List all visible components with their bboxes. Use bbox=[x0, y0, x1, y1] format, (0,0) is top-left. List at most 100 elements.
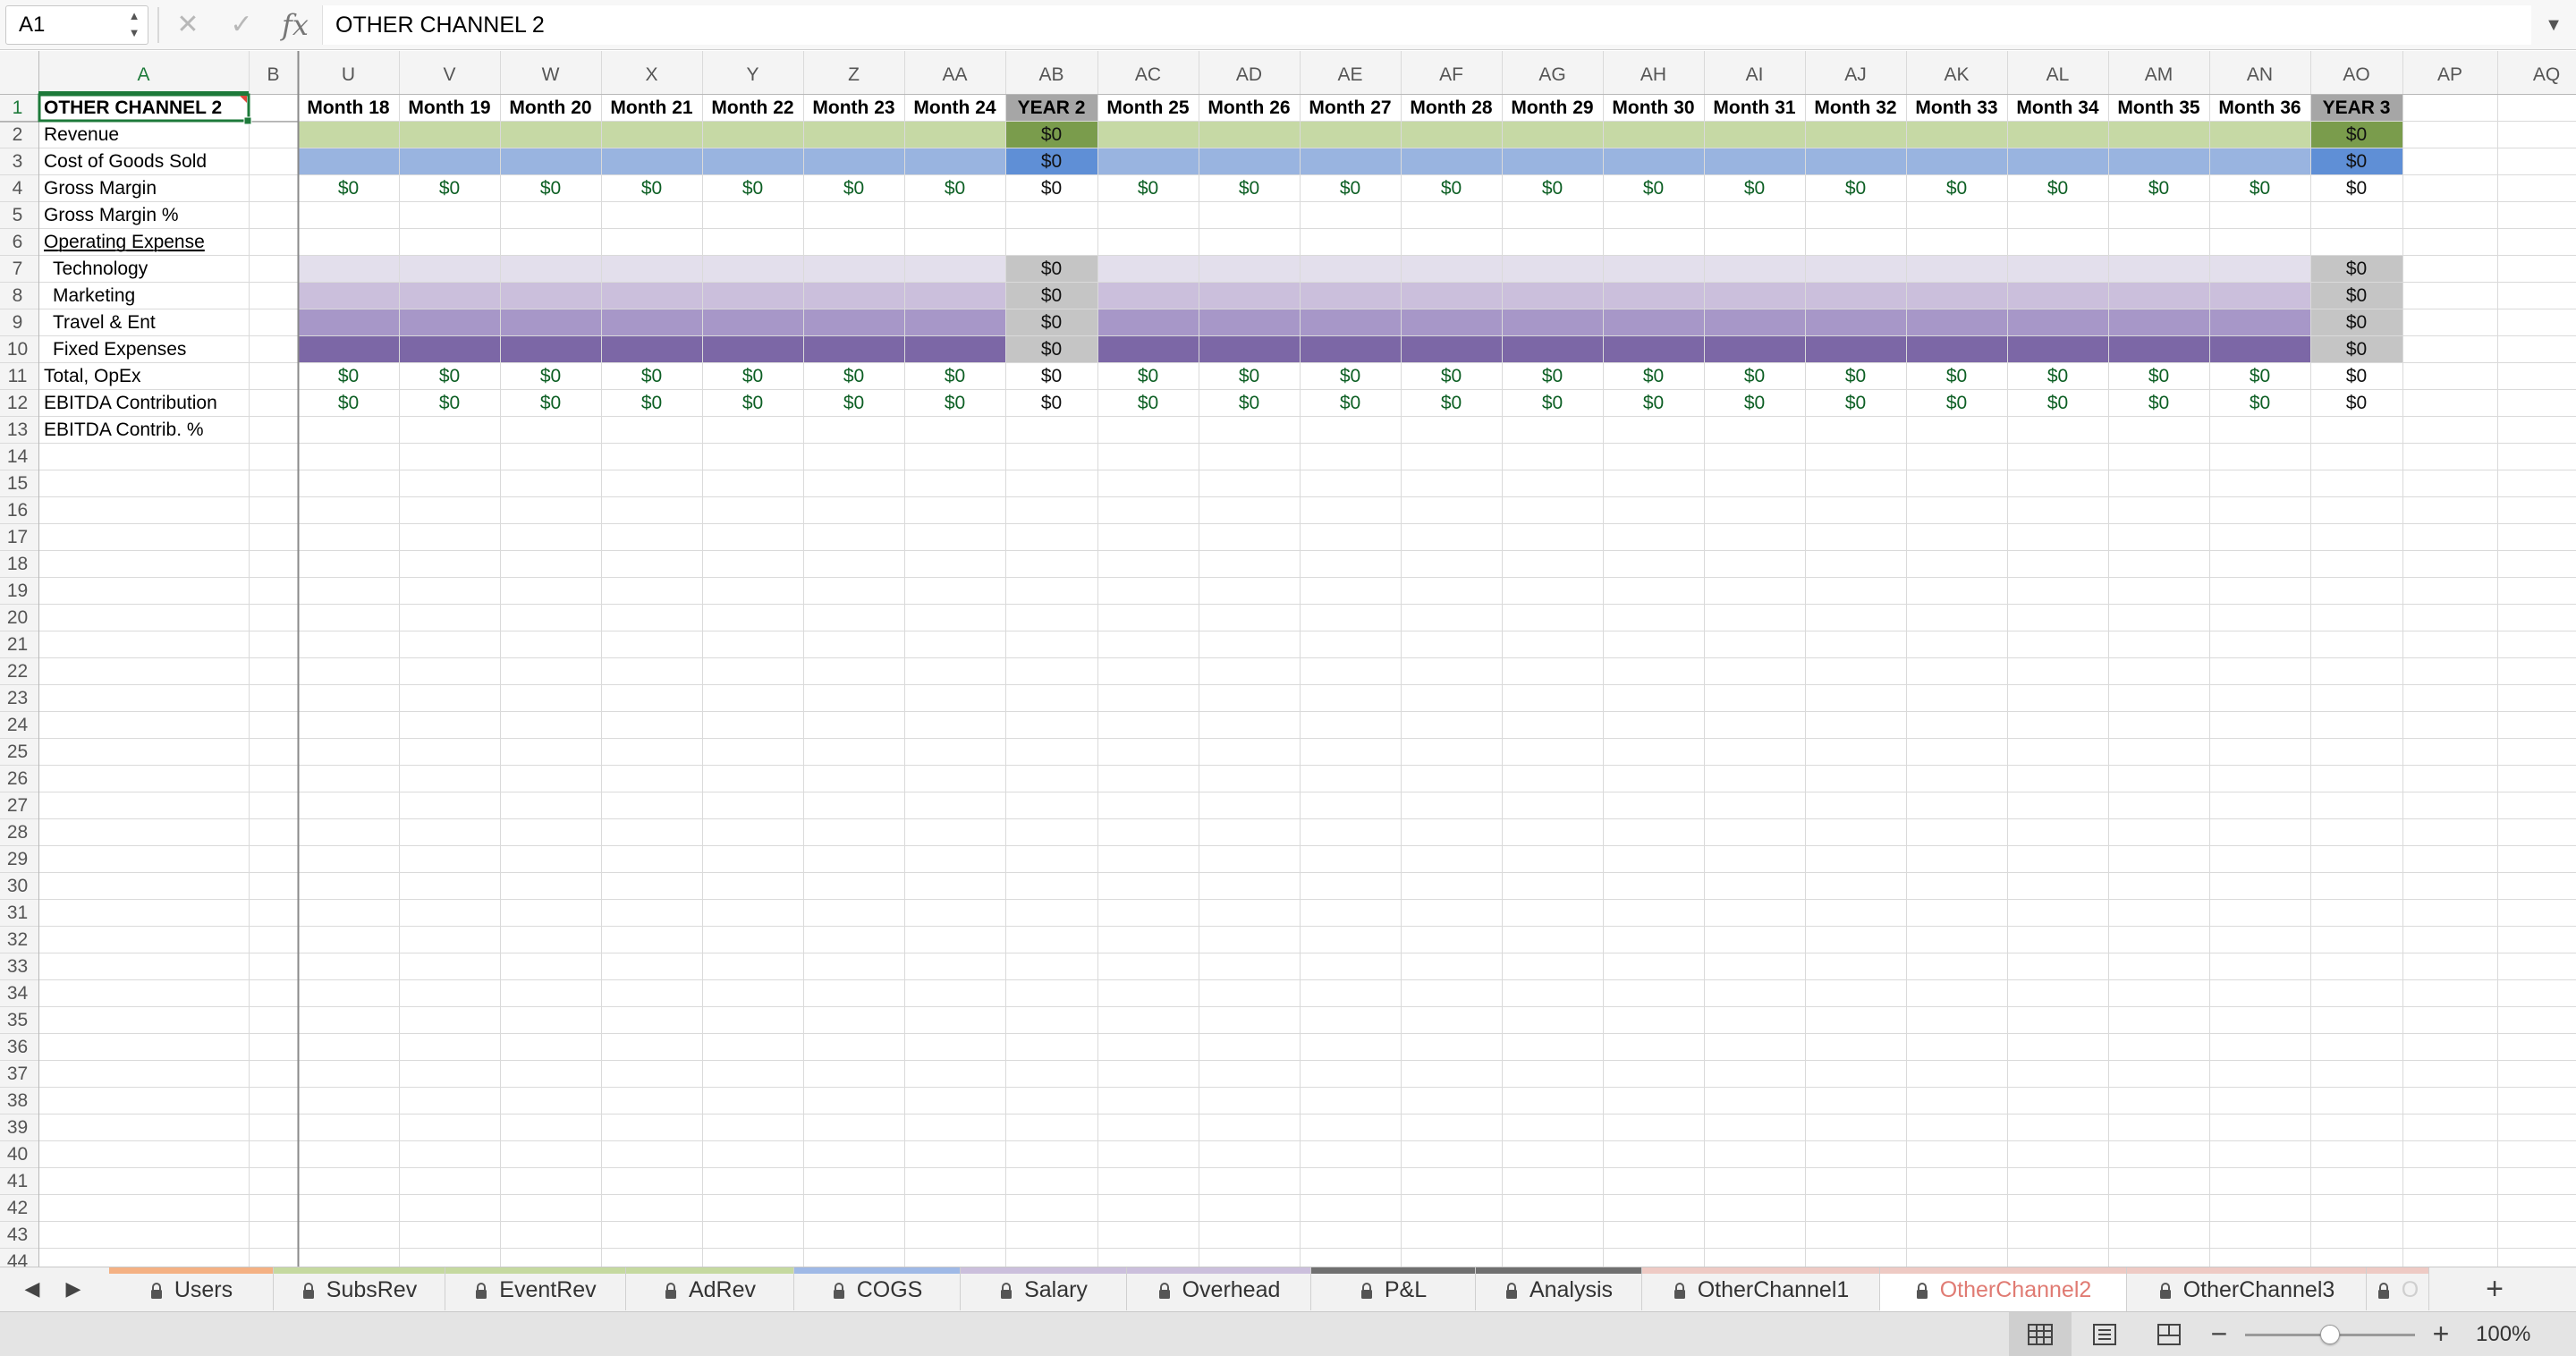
column-header-an[interactable]: AN bbox=[2247, 64, 2273, 85]
row-header-37[interactable]: 37 bbox=[7, 1064, 28, 1084]
row-label-5[interactable]: Gross Margin % bbox=[44, 205, 179, 225]
column-header-ap[interactable]: AP bbox=[2437, 64, 2462, 85]
column-header-ai[interactable]: AI bbox=[1746, 64, 1764, 85]
header-cell-ac[interactable]: Month 25 bbox=[1106, 97, 1189, 118]
column-header-af[interactable]: AF bbox=[1439, 64, 1463, 85]
header-cell-ao[interactable]: YEAR 3 bbox=[2323, 97, 2391, 118]
value-cell-z-12[interactable]: $0 bbox=[843, 393, 864, 413]
value-cell-am-12[interactable]: $0 bbox=[2148, 393, 2169, 413]
row-label-10[interactable]: Fixed Expenses bbox=[53, 339, 186, 360]
row-header-26[interactable]: 26 bbox=[7, 768, 28, 789]
value-cell-ab-10[interactable]: $0 bbox=[1041, 339, 1062, 360]
name-box-stepper-icon[interactable]: ▲ ▼ bbox=[125, 7, 143, 43]
value-cell-ao-2[interactable]: $0 bbox=[2346, 124, 2367, 145]
value-cell-aj-12[interactable]: $0 bbox=[1845, 393, 1866, 413]
sheet-tab-otherchannel1[interactable]: OtherChannel1 bbox=[1642, 1267, 1880, 1310]
row-header-33[interactable]: 33 bbox=[7, 956, 28, 977]
column-header-b[interactable]: B bbox=[267, 64, 279, 85]
row-header-43[interactable]: 43 bbox=[7, 1225, 28, 1245]
x-icon[interactable]: ✕ bbox=[170, 5, 206, 45]
value-cell-ad-11[interactable]: $0 bbox=[1239, 366, 1259, 386]
row-label-7[interactable]: Technology bbox=[53, 258, 148, 279]
value-cell-af-11[interactable]: $0 bbox=[1441, 366, 1462, 386]
header-cell-aa[interactable]: Month 24 bbox=[913, 97, 996, 118]
row-header-20[interactable]: 20 bbox=[7, 607, 28, 628]
row-header-30[interactable]: 30 bbox=[7, 876, 28, 896]
column-header-ad[interactable]: AD bbox=[1236, 64, 1262, 85]
value-cell-ab-8[interactable]: $0 bbox=[1041, 285, 1062, 306]
header-cell-v[interactable]: Month 19 bbox=[408, 97, 490, 118]
row-label-12[interactable]: EBITDA Contribution bbox=[44, 393, 217, 413]
row-header-34[interactable]: 34 bbox=[7, 983, 29, 1004]
value-cell-x-11[interactable]: $0 bbox=[641, 366, 662, 386]
value-cell-x-12[interactable]: $0 bbox=[641, 393, 662, 413]
column-header-ah[interactable]: AH bbox=[1640, 64, 1666, 85]
zoom-out-button[interactable]: − bbox=[2206, 1312, 2233, 1356]
value-cell-af-4[interactable]: $0 bbox=[1441, 178, 1462, 199]
value-cell-v-12[interactable]: $0 bbox=[439, 393, 460, 413]
zoom-in-button[interactable]: + bbox=[2428, 1312, 2454, 1356]
value-cell-ao-11[interactable]: $0 bbox=[2346, 366, 2367, 386]
row-header-6[interactable]: 6 bbox=[13, 232, 23, 252]
value-cell-am-11[interactable]: $0 bbox=[2148, 366, 2169, 386]
header-cell-ab[interactable]: YEAR 2 bbox=[1018, 97, 1086, 118]
value-cell-ah-4[interactable]: $0 bbox=[1643, 178, 1664, 199]
column-header-aa[interactable]: AA bbox=[942, 64, 967, 85]
value-cell-y-12[interactable]: $0 bbox=[742, 393, 763, 413]
chevron-down-icon[interactable]: ▼ bbox=[2540, 5, 2567, 45]
column-header-al[interactable]: AL bbox=[2046, 64, 2070, 85]
value-cell-ao-7[interactable]: $0 bbox=[2346, 258, 2367, 279]
value-cell-w-11[interactable]: $0 bbox=[540, 366, 561, 386]
value-cell-ac-4[interactable]: $0 bbox=[1138, 178, 1158, 199]
header-cell-u[interactable]: Month 18 bbox=[307, 97, 389, 118]
row-header-14[interactable]: 14 bbox=[7, 446, 29, 467]
value-cell-ao-3[interactable]: $0 bbox=[2346, 151, 2367, 172]
value-cell-z-4[interactable]: $0 bbox=[843, 178, 864, 199]
row-header-35[interactable]: 35 bbox=[7, 1010, 28, 1030]
value-cell-ad-12[interactable]: $0 bbox=[1239, 393, 1259, 413]
value-cell-aj-11[interactable]: $0 bbox=[1845, 366, 1866, 386]
column-header-w[interactable]: W bbox=[542, 64, 560, 85]
value-cell-ao-8[interactable]: $0 bbox=[2346, 285, 2367, 306]
row-header-42[interactable]: 42 bbox=[7, 1198, 28, 1218]
sheet-tab-salary[interactable]: Salary bbox=[961, 1267, 1127, 1310]
value-cell-ag-4[interactable]: $0 bbox=[1542, 178, 1563, 199]
row-header-4[interactable]: 4 bbox=[13, 178, 23, 199]
row-header-5[interactable]: 5 bbox=[13, 205, 23, 225]
value-cell-ac-12[interactable]: $0 bbox=[1138, 393, 1158, 413]
value-cell-aj-4[interactable]: $0 bbox=[1845, 178, 1866, 199]
column-header-y[interactable]: Y bbox=[746, 64, 758, 85]
sheet-tab-otherchannel3[interactable]: OtherChannel3 bbox=[2127, 1267, 2367, 1310]
grid-canvas[interactable]: A B U V W X Y Z AA AB AC AD AE AF AG AH AI AJ AK AL AM AN AO AP… bbox=[0, 51, 2576, 1267]
row-header-2[interactable]: 2 bbox=[13, 124, 23, 145]
value-cell-y-4[interactable]: $0 bbox=[742, 178, 763, 199]
sheet-grid[interactable]: A B U V W X Y Z AA AB AC AD AE AF AG AH AI AJ AK AL AM AN AO AP… bbox=[0, 51, 2576, 1267]
row-header-44[interactable]: 44 bbox=[7, 1251, 29, 1267]
header-cell-an[interactable]: Month 36 bbox=[2218, 97, 2301, 118]
header-cell-ad[interactable]: Month 26 bbox=[1208, 97, 1290, 118]
row-header-16[interactable]: 16 bbox=[7, 500, 28, 521]
row-header-25[interactable]: 25 bbox=[7, 742, 28, 762]
value-cell-u-4[interactable]: $0 bbox=[338, 178, 359, 199]
row-header-18[interactable]: 18 bbox=[7, 554, 28, 574]
row-header-36[interactable]: 36 bbox=[7, 1037, 28, 1057]
row-label-1[interactable]: OTHER CHANNEL 2 bbox=[44, 97, 222, 118]
check-icon[interactable]: ✓ bbox=[224, 5, 259, 45]
row-header-31[interactable]: 31 bbox=[7, 903, 28, 923]
tab-next-icon[interactable]: ▶ bbox=[55, 1267, 91, 1310]
header-cell-ai[interactable]: Month 31 bbox=[1713, 97, 1795, 118]
page-break-icon[interactable] bbox=[2138, 1312, 2200, 1356]
value-cell-x-4[interactable]: $0 bbox=[641, 178, 662, 199]
row-header-27[interactable]: 27 bbox=[7, 795, 28, 816]
value-cell-al-11[interactable]: $0 bbox=[2047, 366, 2068, 386]
header-cell-w[interactable]: Month 20 bbox=[509, 97, 591, 118]
value-cell-ah-11[interactable]: $0 bbox=[1643, 366, 1664, 386]
value-cell-al-4[interactable]: $0 bbox=[2047, 178, 2068, 199]
column-header-x[interactable]: X bbox=[645, 64, 657, 85]
value-cell-an-11[interactable]: $0 bbox=[2250, 366, 2270, 386]
header-cell-ak[interactable]: Month 33 bbox=[1915, 97, 1997, 118]
sheet-tab-adrev[interactable]: AdRev bbox=[626, 1267, 794, 1310]
value-cell-u-12[interactable]: $0 bbox=[338, 393, 359, 413]
row-header-10[interactable]: 10 bbox=[7, 339, 28, 360]
value-cell-ao-12[interactable]: $0 bbox=[2346, 393, 2367, 413]
